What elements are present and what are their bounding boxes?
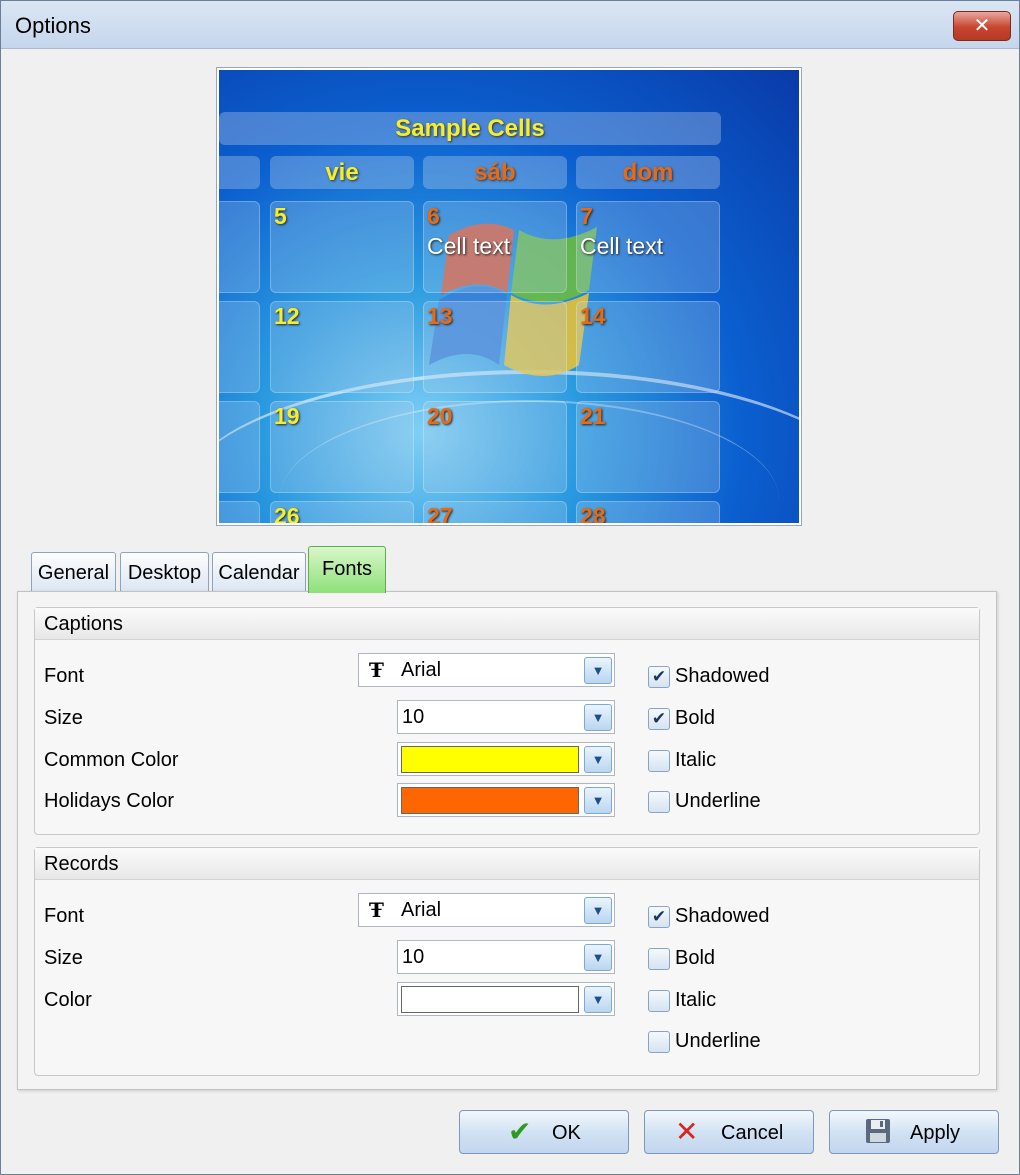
title-bar[interactable]: Options ✕: [1, 1, 1019, 49]
records-underline-label: Underline: [675, 1030, 761, 1052]
cell-text: Cell text: [427, 233, 511, 259]
captions-underline-checkbox[interactable]: [648, 791, 670, 813]
ok-button[interactable]: ✔ OK: [459, 1110, 629, 1154]
close-button[interactable]: ✕: [953, 11, 1011, 41]
ok-button-label: OK: [552, 1122, 581, 1144]
captions-italic-label: Italic: [675, 749, 717, 771]
calendar-cell: [219, 301, 260, 393]
records-font-value: Arial: [401, 899, 442, 921]
day-number: 12: [274, 303, 300, 329]
chevron-down-icon[interactable]: ▼: [584, 657, 612, 684]
preview-caption: Sample Cells: [219, 112, 721, 145]
records-group-title: Records: [35, 848, 979, 880]
records-bold-label: Bold: [675, 947, 716, 969]
truetype-font-icon: Ŧ: [369, 898, 384, 922]
captions-italic-checkbox[interactable]: [648, 750, 670, 772]
day-number: 21: [580, 403, 606, 429]
cancel-button-label: Cancel: [721, 1122, 784, 1144]
close-icon: ✕: [973, 15, 991, 37]
cell-text: Cell text: [580, 233, 664, 259]
records-color-label: Color: [44, 989, 92, 1011]
records-font-label: Font: [44, 905, 85, 927]
records-size-select[interactable]: 10 ▼: [397, 940, 615, 974]
records-shadowed-checkbox[interactable]: ✔: [648, 906, 670, 928]
day-number: 6: [427, 203, 440, 229]
preview-canvas: Sample Cells vie sáb dom 5 6 Cell text 7 Cell t…: [219, 70, 799, 523]
captions-common-color-select[interactable]: ▼: [397, 742, 615, 776]
records-size-label: Size: [44, 947, 83, 969]
chevron-down-icon[interactable]: ▼: [584, 704, 612, 731]
calendar-cell: [219, 201, 260, 293]
records-bold-checkbox[interactable]: [648, 948, 670, 970]
captions-font-select[interactable]: Ŧ Arial ▼: [358, 653, 615, 687]
records-color-swatch: [401, 986, 579, 1013]
holidays-color-swatch: [401, 787, 579, 814]
tab-general[interactable]: General: [31, 552, 116, 592]
day-number: 27: [427, 503, 453, 523]
calendar-cell: [270, 201, 414, 293]
day-number: 26: [274, 503, 300, 523]
captions-shadowed-label: Shadowed: [675, 665, 770, 687]
chevron-down-icon[interactable]: ▼: [584, 986, 612, 1013]
common-color-swatch: [401, 746, 579, 773]
captions-group-title: Captions: [35, 608, 979, 640]
captions-size-value: 10: [402, 706, 425, 728]
day-number: 5: [274, 203, 287, 229]
records-font-select[interactable]: Ŧ Arial ▼: [358, 893, 615, 927]
window-title: Options: [15, 13, 91, 38]
captions-font-label: Font: [44, 665, 85, 687]
checkmark-icon: ✔: [508, 1116, 532, 1147]
records-italic-label: Italic: [675, 989, 717, 1011]
day-header: dom: [576, 156, 720, 189]
tab-desktop[interactable]: Desktop: [120, 552, 209, 592]
calendar-cell: [219, 501, 260, 523]
captions-bold-label: Bold: [675, 707, 716, 729]
day-header: vie: [270, 156, 414, 189]
tab-calendar[interactable]: Calendar: [212, 552, 306, 592]
calendar-cell: [219, 401, 260, 493]
day-header: sáb: [423, 156, 567, 189]
day-number: 28: [580, 503, 606, 523]
calendar-preview: Sample Cells vie sáb dom 5 6 Cell text 7 Cell t…: [216, 67, 802, 526]
captions-shadowed-checkbox[interactable]: ✔: [648, 666, 670, 688]
records-italic-checkbox[interactable]: [648, 990, 670, 1012]
captions-common-color-label: Common Color: [44, 749, 179, 771]
captions-underline-label: Underline: [675, 790, 761, 812]
apply-button-label: Apply: [910, 1122, 961, 1144]
chevron-down-icon[interactable]: ▼: [584, 944, 612, 971]
captions-size-select[interactable]: 10 ▼: [397, 700, 615, 734]
cancel-button[interactable]: ✕ Cancel: [644, 1110, 814, 1154]
records-color-select[interactable]: ▼: [397, 982, 615, 1016]
records-size-value: 10: [402, 946, 425, 968]
chevron-down-icon[interactable]: ▼: [584, 787, 612, 814]
day-number: 14: [580, 303, 606, 329]
apply-button[interactable]: Apply: [829, 1110, 999, 1154]
chevron-down-icon[interactable]: ▼: [584, 746, 612, 773]
records-underline-checkbox[interactable]: [648, 1031, 670, 1053]
floppy-disk-icon: [864, 1117, 892, 1151]
cross-icon: ✕: [675, 1116, 699, 1147]
chevron-down-icon[interactable]: ▼: [584, 897, 612, 924]
day-header: [219, 156, 260, 189]
captions-holidays-color-select[interactable]: ▼: [397, 783, 615, 817]
day-number: 19: [274, 403, 300, 429]
truetype-font-icon: Ŧ: [369, 658, 384, 682]
day-number: 20: [427, 403, 453, 429]
captions-bold-checkbox[interactable]: ✔: [648, 708, 670, 730]
day-number: 13: [427, 303, 453, 329]
tab-fonts[interactable]: Fonts: [308, 546, 386, 593]
captions-font-value: Arial: [401, 659, 442, 681]
captions-holidays-color-label: Holidays Color: [44, 790, 175, 812]
records-shadowed-label: Shadowed: [675, 905, 770, 927]
captions-size-label: Size: [44, 707, 83, 729]
day-number: 7: [580, 203, 593, 229]
